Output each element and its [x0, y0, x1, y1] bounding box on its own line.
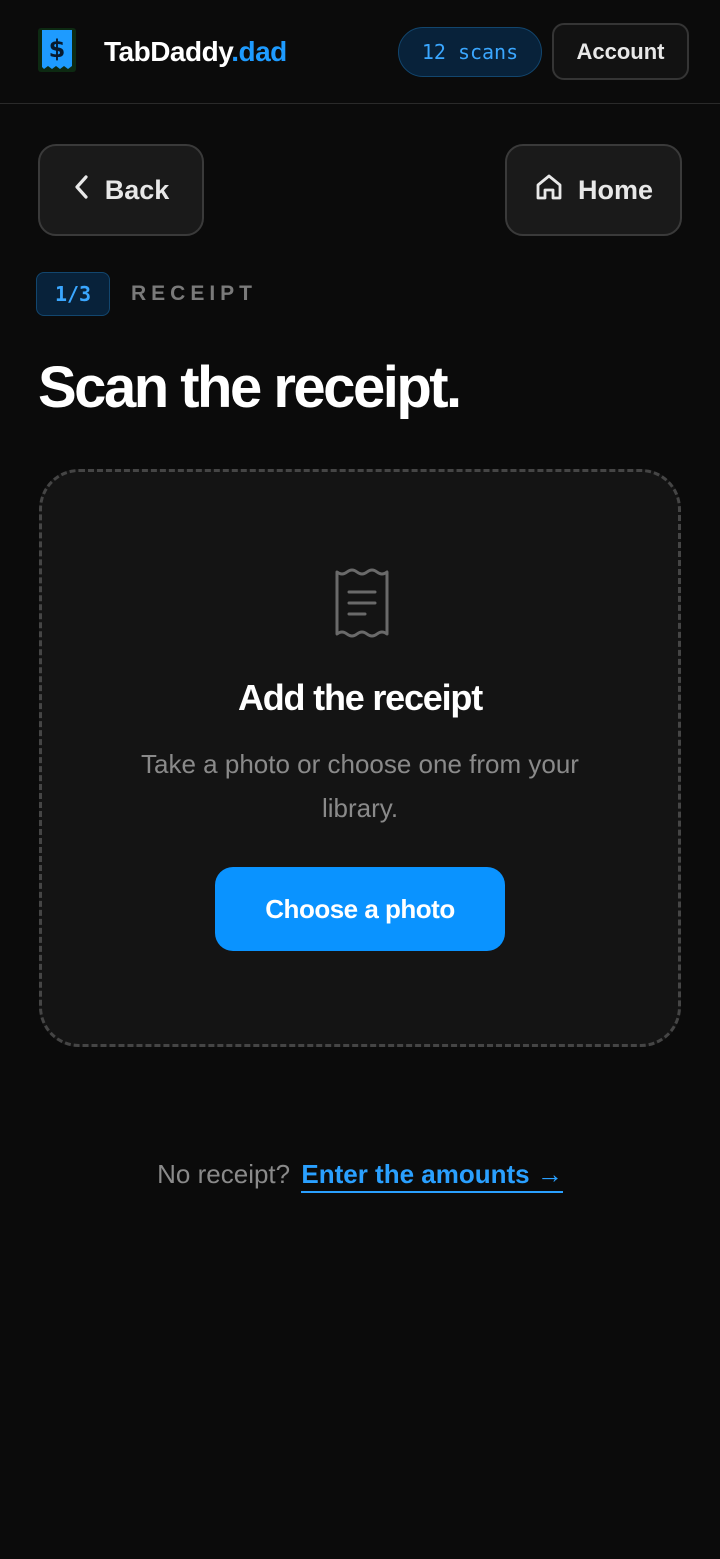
home-button[interactable]: Home: [505, 144, 682, 236]
back-label: Back: [104, 174, 170, 205]
brand-tld: .dad: [231, 36, 287, 67]
brand-name[interactable]: TabDaddy.dad: [104, 34, 287, 70]
account-button[interactable]: Account: [552, 23, 689, 80]
receipt-icon: [334, 568, 390, 643]
scans-count: 12: [421, 40, 446, 64]
svg-text:$: $: [49, 35, 66, 63]
back-button[interactable]: Back: [38, 144, 204, 236]
chevron-left-icon: [73, 173, 91, 208]
no-receipt-text: No receipt?: [157, 1159, 291, 1189]
step-badge: 1/3: [36, 272, 110, 316]
scans-count-badge[interactable]: 12 scans: [398, 27, 542, 77]
brand-name-text: TabDaddy: [104, 36, 232, 67]
manual-entry-prompt: No receipt? Enter the amounts →: [0, 1154, 720, 1194]
dropzone-description: Take a photo or choose one from your lib…: [141, 749, 579, 823]
home-label: Home: [577, 174, 653, 205]
enter-amounts-link[interactable]: Enter the amounts →: [301, 1159, 563, 1193]
page-title: Scan the receipt.: [38, 355, 462, 420]
dollar-receipt-icon[interactable]: $: [38, 28, 76, 72]
receipt-dropzone[interactable]: Add the receipt Take a photo or choose o…: [39, 469, 681, 1047]
choose-photo-button[interactable]: Choose a photo: [215, 867, 505, 951]
scans-label: scans: [457, 40, 519, 64]
dropzone-title: Add the receipt: [237, 677, 483, 718]
app-header: $ TabDaddy.dad 12 scans Account: [0, 0, 720, 104]
step-label: RECEIPT: [131, 282, 258, 305]
home-icon: [534, 172, 564, 209]
